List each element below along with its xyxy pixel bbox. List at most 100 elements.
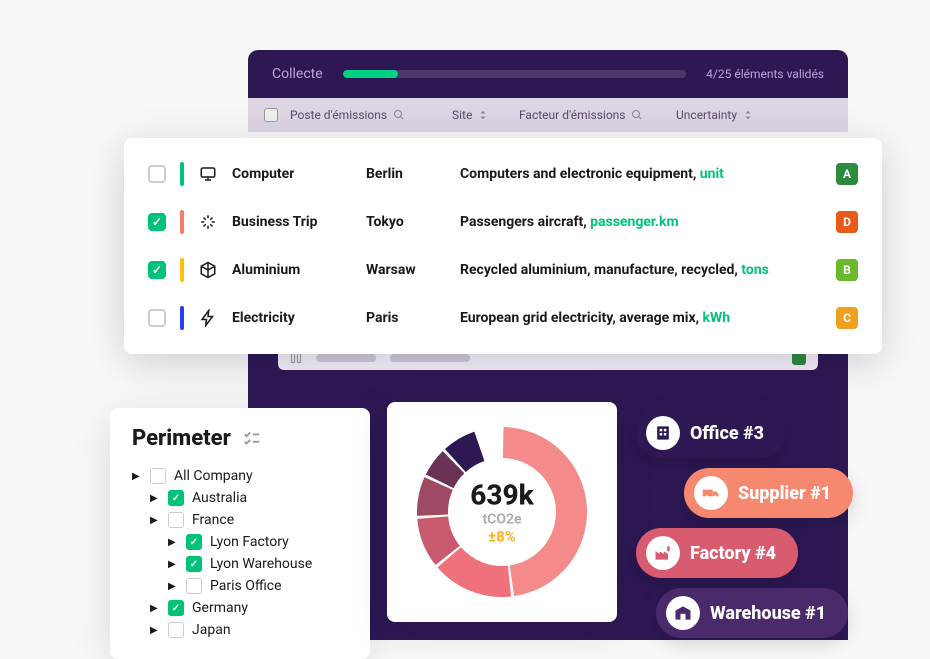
table-header-row: Poste d'émissions Site Facteur d'émissio…	[248, 98, 848, 132]
plane-icon	[198, 212, 218, 232]
row-checkbox[interactable]	[148, 261, 166, 279]
table-row[interactable]: Business Trip Tokyo Passengers aircraft,…	[124, 198, 882, 246]
tree-label: All Company	[174, 468, 253, 484]
row-accent	[180, 210, 184, 234]
emission-factor: Recycled aluminium, manufacture, recycle…	[460, 262, 822, 278]
sort-icon	[743, 110, 753, 120]
pill-warehouse[interactable]: Warehouse #1	[656, 588, 848, 638]
site-name: Berlin	[366, 166, 446, 182]
caret-icon: ▶	[168, 537, 178, 548]
tree-checkbox[interactable]	[186, 556, 202, 572]
mini-pill	[316, 354, 376, 362]
row-accent	[180, 258, 184, 282]
tree-label: Australia	[192, 490, 247, 506]
select-all-checkbox[interactable]	[264, 108, 278, 122]
uncertainty-badge: C	[836, 307, 858, 329]
tree-item[interactable]: ▶ All Company	[132, 465, 348, 487]
emission-factor: European grid electricity, average mix, …	[460, 310, 822, 326]
site-name: Tokyo	[366, 214, 446, 230]
tree-item[interactable]: ▶ Lyon Warehouse	[168, 553, 348, 575]
pill-office[interactable]: Office #3	[636, 408, 786, 458]
progress-fill	[343, 70, 398, 78]
row-accent	[180, 162, 184, 186]
tree-item[interactable]: ▶ Japan	[150, 619, 348, 641]
tree-label: Germany	[192, 600, 248, 616]
uncertainty-badge: A	[836, 163, 858, 185]
caret-icon: ▶	[150, 515, 160, 526]
row-checkbox[interactable]	[148, 213, 166, 231]
header-facteur[interactable]: Facteur d'émissions	[519, 108, 664, 122]
collecte-panel: Collecte 4/25 éléments validés Poste d'é…	[248, 50, 848, 132]
collecte-topbar: Collecte 4/25 éléments validés	[248, 50, 848, 98]
progress-text: 4/25 éléments validés	[706, 67, 824, 81]
pill-label: Supplier #1	[738, 483, 831, 504]
perimeter-tree: ▶ All Company ▶ Australia ▶ France ▶ Lyo…	[132, 465, 348, 641]
poste-name: Computer	[232, 166, 352, 182]
tree-checkbox[interactable]	[168, 622, 184, 638]
header-poste-label: Poste d'émissions	[290, 108, 387, 122]
tree-checkbox[interactable]	[150, 468, 166, 484]
truck-icon	[694, 476, 728, 510]
warehouse-icon	[666, 596, 700, 630]
perimeter-card: Perimeter ▶ All Company ▶ Australia ▶ Fr…	[110, 408, 370, 659]
caret-icon: ▶	[132, 471, 142, 482]
pill-label: Warehouse #1	[710, 603, 826, 624]
factory-icon	[646, 536, 680, 570]
mini-pill	[390, 354, 470, 362]
caret-icon: ▶	[150, 625, 160, 636]
tree-checkbox[interactable]	[168, 512, 184, 528]
table-row[interactable]: Electricity Paris European grid electric…	[124, 294, 882, 342]
header-poste[interactable]: Poste d'émissions	[290, 108, 440, 122]
header-uncertainty[interactable]: Uncertainty	[676, 108, 753, 122]
caret-icon: ▶	[168, 581, 178, 592]
poste-name: Aluminium	[232, 262, 352, 278]
perimeter-title: Perimeter	[132, 426, 348, 451]
tree-checkbox[interactable]	[186, 578, 202, 594]
caret-icon: ▶	[150, 603, 160, 614]
poste-name: Business Trip	[232, 214, 352, 230]
uncertainty-badge: B	[836, 259, 858, 281]
header-uncertainty-label: Uncertainty	[676, 108, 737, 122]
tree-item[interactable]: ▶ France	[150, 509, 348, 531]
tree-item[interactable]: ▶ Germany	[150, 597, 348, 619]
emission-factor: Computers and electronic equipment, unit	[460, 166, 822, 182]
building-icon	[646, 416, 680, 450]
tree-label: Japan	[192, 622, 231, 638]
site-name: Warsaw	[366, 262, 446, 278]
pill-factory[interactable]: Factory #4	[636, 528, 798, 578]
header-site-label: Site	[452, 108, 472, 122]
header-site[interactable]: Site	[452, 108, 507, 122]
cube-icon	[198, 260, 218, 280]
tree-label: Paris Office	[210, 578, 282, 594]
tree-item[interactable]: ▶ Australia	[150, 487, 348, 509]
donut-unit: tCO2e	[470, 512, 534, 528]
sort-icon	[478, 110, 488, 120]
header-facteur-label: Facteur d'émissions	[519, 108, 625, 122]
table-row[interactable]: Aluminium Warsaw Recycled aluminium, man…	[124, 246, 882, 294]
tree-item[interactable]: ▶ Lyon Factory	[168, 531, 348, 553]
caret-icon: ▶	[150, 493, 160, 504]
bolt-icon	[198, 308, 218, 328]
tree-label: Lyon Factory	[210, 534, 289, 550]
donut-value: 639k	[470, 479, 534, 512]
donut-center: 639k tCO2e ±8%	[470, 479, 534, 546]
computer-icon	[198, 164, 218, 184]
tree-checkbox[interactable]	[168, 490, 184, 506]
site-name: Paris	[366, 310, 446, 326]
pill-supplier[interactable]: Supplier #1	[684, 468, 853, 518]
perimeter-title-text: Perimeter	[132, 426, 231, 451]
caret-icon: ▶	[168, 559, 178, 570]
poste-name: Electricity	[232, 310, 352, 326]
tree-item[interactable]: ▶ Paris Office	[168, 575, 348, 597]
tree-checkbox[interactable]	[186, 534, 202, 550]
table-row[interactable]: Computer Berlin Computers and electronic…	[124, 150, 882, 198]
row-checkbox[interactable]	[148, 165, 166, 183]
progress-bar	[343, 70, 687, 78]
pill-label: Office #3	[690, 423, 764, 444]
checklist-icon	[241, 428, 263, 450]
tree-label: Lyon Warehouse	[210, 556, 312, 572]
tree-label: France	[192, 512, 234, 528]
search-icon	[393, 109, 405, 121]
tree-checkbox[interactable]	[168, 600, 184, 616]
row-checkbox[interactable]	[148, 309, 166, 327]
